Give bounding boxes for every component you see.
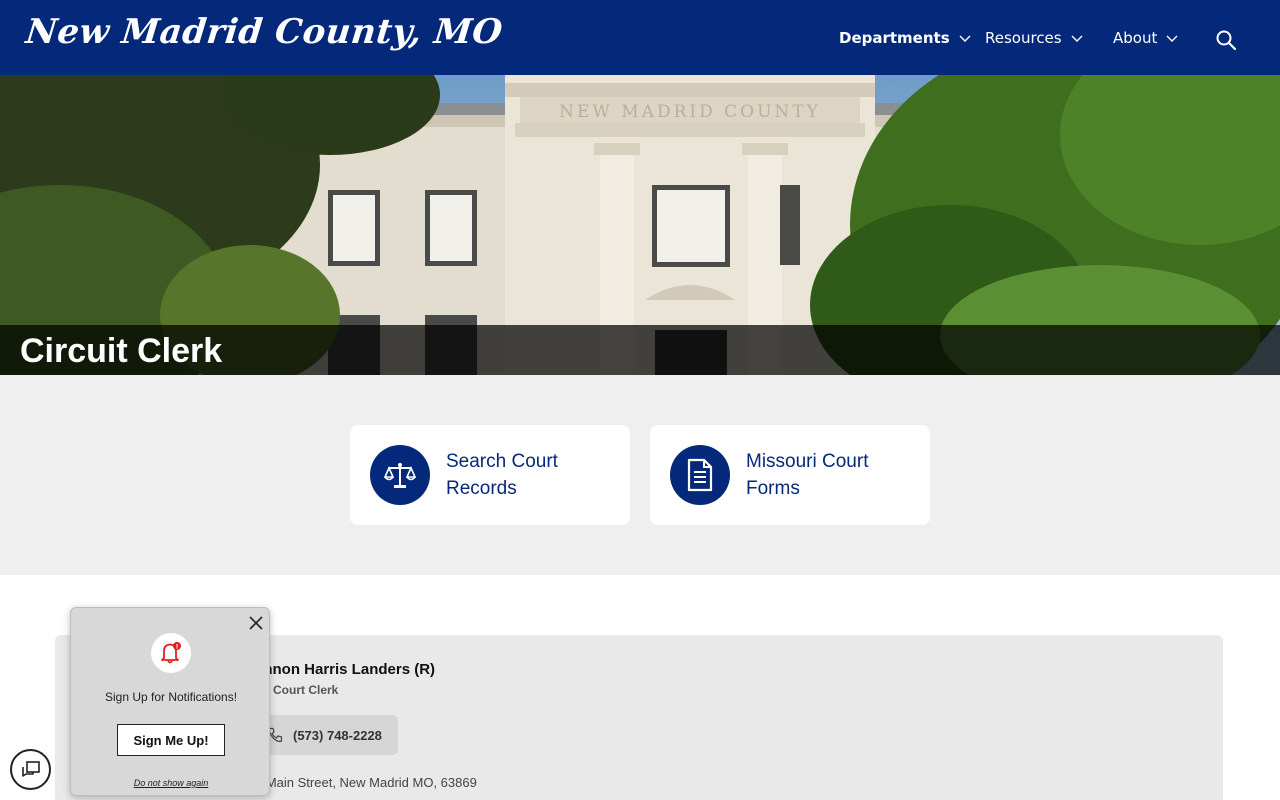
search-icon[interactable] <box>1214 28 1238 52</box>
do-not-show-again-link[interactable]: Do not show again <box>71 778 271 788</box>
site-logo[interactable]: New Madrid County, MO <box>24 12 505 52</box>
phone-button[interactable]: (573) 748-2228 <box>253 715 398 755</box>
page-title: Circuit Clerk <box>20 332 223 370</box>
quick-links-section: Search Court Records Missouri Court Form… <box>0 375 1280 575</box>
chevron-down-icon <box>959 35 971 42</box>
scales-icon <box>370 445 430 505</box>
missouri-court-forms-card[interactable]: Missouri Court Forms <box>650 425 930 525</box>
search-court-records-label: Search Court Records <box>446 451 558 499</box>
missouri-court-forms-label: Missouri Court Forms <box>746 451 869 499</box>
chat-button[interactable] <box>10 749 51 790</box>
nav-resources[interactable]: Resources <box>985 0 1084 75</box>
chat-icon <box>21 760 40 777</box>
contact-address: 0 Main Street, New Madrid MO, 63869 <box>255 775 477 790</box>
site-header: New Madrid County, MO Departments Resour… <box>0 0 1280 75</box>
sign-me-up-button[interactable]: Sign Me Up! <box>117 724 225 756</box>
nav-departments-label: Departments <box>839 28 950 47</box>
bell-icon: ! <box>151 633 191 673</box>
svg-text:!: ! <box>176 644 179 651</box>
document-icon <box>670 445 730 505</box>
nav-about-label: About <box>1113 28 1158 47</box>
phone-number: (573) 748-2228 <box>293 727 382 743</box>
nav-departments[interactable]: Departments <box>839 0 972 75</box>
notification-message: Sign Up for Notifications! <box>104 690 238 704</box>
nav-about[interactable]: About <box>1113 0 1179 75</box>
building-inscription: NEW MADRID COUNTY <box>559 102 821 122</box>
close-icon[interactable] <box>247 614 265 632</box>
chevron-down-icon <box>1071 35 1083 42</box>
chevron-down-icon <box>1166 35 1178 42</box>
contact-name: annon Harris Landers (R) <box>255 661 436 678</box>
notification-popup: ! Sign Up for Notifications! Sign Me Up!… <box>70 607 270 796</box>
hero-banner: NEW MADRID COUNTY Circuit Clerk <box>0 75 1280 375</box>
nav-resources-label: Resources <box>985 28 1062 47</box>
search-court-records-card[interactable]: Search Court Records <box>350 425 630 525</box>
